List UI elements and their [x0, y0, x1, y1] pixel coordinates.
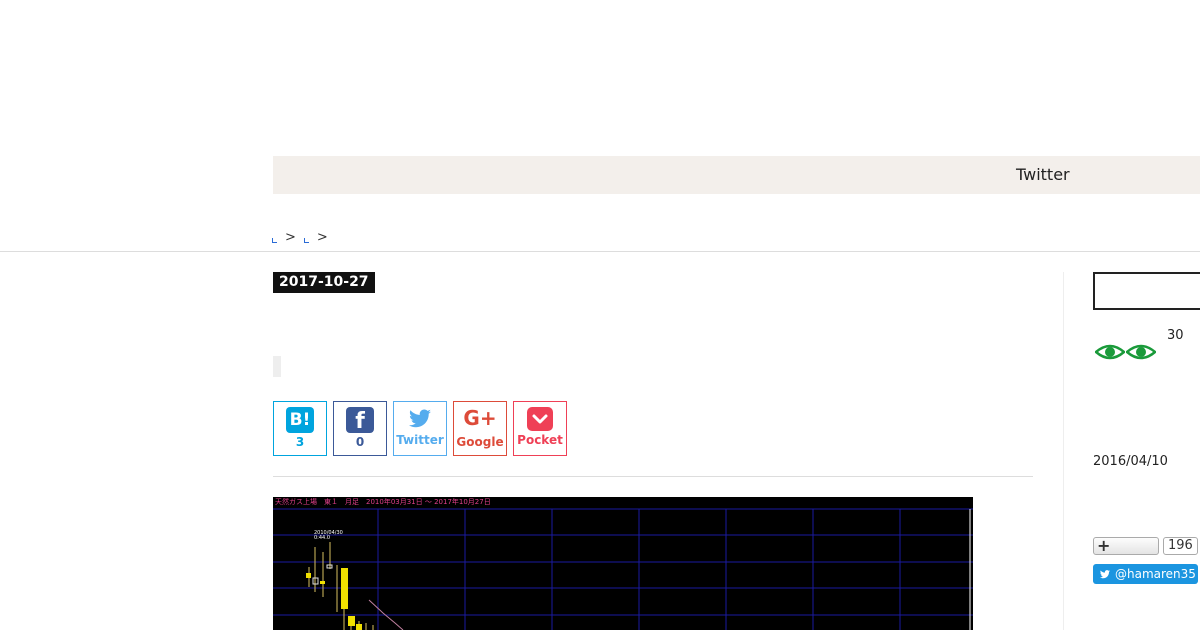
eye-counter [1095, 343, 1156, 361]
follow-button[interactable]: + [1093, 537, 1159, 555]
sidebar-date: 2016/04/10 [1093, 454, 1168, 469]
twitter-share-label: Twitter [396, 433, 444, 447]
chart-image-annotation-value: 0:44.0 [314, 535, 330, 541]
hatena-bookmark-icon: B! [286, 407, 314, 433]
eye-icon [1126, 344, 1156, 360]
twitter-share-button[interactable]: Twitter [393, 401, 447, 456]
twitter-bird-icon [1099, 569, 1111, 578]
breadcrumb-separator: > [316, 230, 328, 245]
post-date-badge: 2017-10-27 [273, 272, 375, 293]
share-buttons: B! 3 f 0 Twitter G+ Google Pocket [273, 401, 567, 456]
twitter-bird-icon [409, 409, 431, 428]
facebook-icon: f [346, 407, 374, 433]
breadcrumb-separator: > [285, 230, 296, 245]
post-title-placeholder [273, 356, 281, 377]
header-divider [0, 251, 1200, 252]
follow-count: 196 [1163, 537, 1198, 555]
pocket-share-label: Pocket [517, 433, 563, 447]
facebook-share-button[interactable]: f 0 [333, 401, 387, 456]
facebook-share-count: 0 [355, 435, 365, 449]
sidebar-search-input[interactable] [1093, 272, 1200, 310]
eye-count: 30 [1167, 328, 1184, 343]
pocket-icon [527, 407, 553, 431]
google-plus-icon: G+ [463, 406, 497, 430]
hatena-bookmark-count: 3 [295, 435, 305, 449]
chart-image-graphic: 2010/04/30 0:44.0 [273, 508, 973, 630]
twitter-handle: @hamaren35 [1115, 567, 1196, 581]
google-plus-share-label: Google [456, 435, 504, 449]
price-chart-image: 天然ガス上場 東１ 月足 2010年03月31日 ～ 2017年10月27日 2… [273, 497, 973, 630]
pocket-share-button[interactable]: Pocket [513, 401, 567, 456]
hatena-bookmark-button[interactable]: B! 3 [273, 401, 327, 456]
sidebar-separator [1063, 272, 1064, 630]
eye-icon [1095, 344, 1125, 360]
follow-widget: + 196 [1093, 537, 1198, 555]
breadcrumb: > > [272, 230, 336, 245]
twitter-follow-button[interactable]: @hamaren35 [1093, 564, 1198, 584]
google-plus-share-button[interactable]: G+ Google [453, 401, 507, 456]
content-divider [273, 476, 1033, 477]
breadcrumb-category-link[interactable] [303, 238, 309, 243]
nav-twitter-link[interactable]: Twitter [1016, 165, 1070, 184]
plus-icon: + [1097, 536, 1111, 555]
breadcrumb-home-link[interactable] [272, 238, 277, 243]
